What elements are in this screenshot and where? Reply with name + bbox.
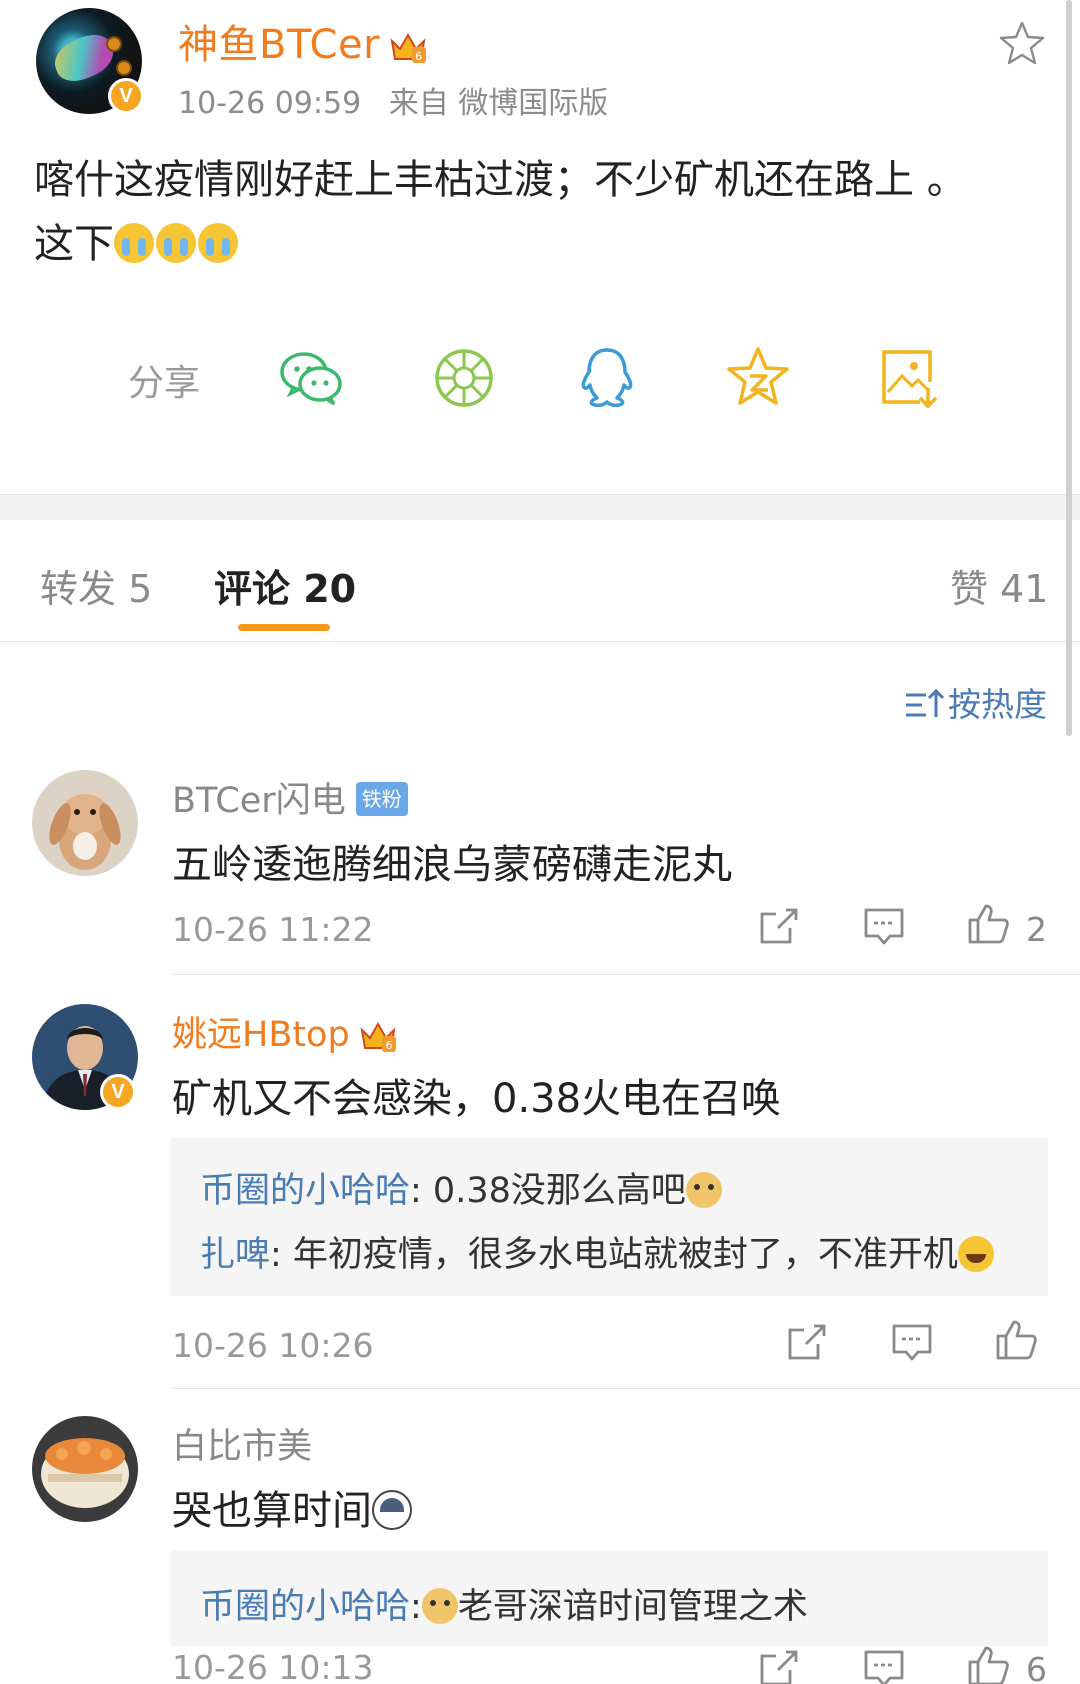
reply-preview-box[interactable]: 币圈的小哈哈: 老哥深谙时间管理之术 [170, 1550, 1048, 1646]
tab-comment[interactable]: 评论 20 [214, 558, 356, 613]
reply-text: : 年初疫情，很多水电站就被封了，不准开机 [270, 1235, 958, 1275]
verified-badge: V [100, 1074, 136, 1110]
commenter-avatar[interactable] [32, 1416, 138, 1522]
post-time: 10-26 09:59 [178, 86, 362, 121]
reply-author[interactable]: 币圈的小哈哈 [200, 1587, 410, 1627]
comment-time: 10-26 10:13 [172, 1648, 374, 1684]
weibo-post: V 神鱼BTCer 6 10-26 09:59 来自 微博国际版 喀什这疫情刚好… [0, 0, 1080, 494]
post-meta: 10-26 09:59 来自 微博国际版 [178, 78, 608, 122]
commenter-name-text: BTCer闪电 [172, 781, 346, 821]
commenter-name[interactable]: BTCer闪电 铁粉 [172, 772, 408, 823]
share-out-icon[interactable] [784, 1320, 828, 1364]
post-tabs: 转发 5 评论 20 赞 41 [0, 520, 1080, 642]
reply-line: 扎啤: 年初疫情，很多水电站就被封了，不准开机 [200, 1226, 994, 1277]
comment-text: 矿机又不会感染，0.38火电在召唤 [172, 1076, 782, 1122]
reply-author[interactable]: 币圈的小哈哈 [200, 1171, 410, 1211]
comment-divider [172, 1388, 1080, 1389]
doge-emoji-icon [685, 1172, 722, 1208]
reply-text: : [410, 1587, 422, 1627]
comment-text: 五岭逶迤腾细浪乌蒙磅礴走泥丸 [172, 842, 732, 888]
verified-badge: V [108, 78, 144, 114]
commenter-avatar[interactable] [32, 770, 138, 876]
comment-text: 哭也算时间 [172, 1478, 412, 1536]
crying-emoji-icon [156, 223, 196, 263]
wechat-icon[interactable] [276, 342, 348, 414]
sort-label: 按热度 [948, 685, 1047, 724]
active-tab-indicator [238, 624, 330, 631]
crying-emoji-icon [114, 223, 154, 263]
thumbs-up-icon[interactable] [994, 1318, 1038, 1362]
post-text-line2: 这下 [34, 221, 114, 267]
star-outline-icon[interactable] [996, 18, 1048, 70]
thumbs-up-icon[interactable] [966, 1644, 1010, 1684]
laugh-cry-emoji-icon [957, 1236, 994, 1272]
reply-preview-box[interactable]: 币圈的小哈哈: 0.38没那么高吧 扎啤: 年初疫情，很多水电站就被封了，不准开… [170, 1138, 1048, 1296]
tab-repost[interactable]: 转发 5 [40, 558, 152, 613]
comment-divider [172, 974, 1080, 975]
moments-icon[interactable] [428, 342, 500, 414]
tab-like[interactable]: 赞 41 [950, 558, 1048, 613]
reply-text-cont: 老哥深谙时间管理之术 [457, 1587, 808, 1627]
svg-text:6: 6 [415, 50, 423, 63]
post-body: 喀什这疫情刚好赶上丰枯过渡；不少矿机还在路上 。 这下 [34, 148, 1044, 276]
post-source: 来自 微博国际版 [388, 86, 609, 121]
reply-icon[interactable] [890, 1320, 934, 1364]
reply-icon[interactable] [862, 904, 906, 948]
crown-icon: 6 [358, 1018, 398, 1054]
like-count: 2 [1026, 910, 1047, 949]
comment-time: 10-26 10:26 [172, 1326, 374, 1365]
share-out-icon[interactable] [756, 904, 800, 948]
author-name-text: 神鱼BTCer [178, 22, 381, 68]
reply-author[interactable]: 扎啤 [200, 1235, 270, 1275]
reply-icon[interactable] [862, 1646, 906, 1684]
like-count: 6 [1026, 1650, 1047, 1684]
share-label: 分享 [128, 363, 201, 404]
save-image-icon[interactable] [872, 342, 944, 414]
scrollbar[interactable] [1066, 0, 1072, 736]
post-text-line2-row: 这下 [34, 212, 1044, 276]
sort-icon [904, 687, 945, 721]
comment-text-body: 哭也算时间 [172, 1488, 372, 1534]
doge-emoji-icon [421, 1588, 458, 1624]
husky-emoji-icon [372, 1490, 412, 1530]
post-text-line1: 喀什这疫情刚好赶上丰枯过渡；不少矿机还在路上 。 [34, 157, 967, 203]
author-name[interactable]: 神鱼BTCer 6 [178, 12, 428, 70]
svg-text:6: 6 [385, 1039, 392, 1052]
commenter-name-text: 姚远HBtop [172, 1015, 350, 1055]
share-out-icon[interactable] [756, 1646, 800, 1684]
sort-toggle[interactable]: 按热度 [904, 678, 1047, 724]
reply-line: 币圈的小哈哈: 0.38没那么高吧 [200, 1162, 722, 1213]
commenter-name[interactable]: 姚远HBtop 6 [172, 1006, 398, 1057]
commenter-name[interactable]: 白比市美 [172, 1418, 312, 1469]
qq-icon[interactable] [571, 342, 643, 414]
comment-time: 10-26 11:22 [172, 910, 374, 949]
share-row: 分享 [0, 340, 1080, 420]
coin-decoration [116, 60, 132, 76]
thumbs-up-icon[interactable] [966, 902, 1010, 946]
crying-emoji-icon [198, 223, 238, 263]
coin-decoration [106, 36, 122, 52]
reply-line: 币圈的小哈哈: 老哥深谙时间管理之术 [200, 1578, 808, 1629]
qzone-icon[interactable] [722, 342, 794, 414]
reply-text: : 0.38没那么高吧 [410, 1171, 686, 1211]
section-gap [0, 494, 1080, 520]
fan-badge: 铁粉 [355, 782, 408, 816]
crown-icon: 6 [388, 29, 428, 65]
